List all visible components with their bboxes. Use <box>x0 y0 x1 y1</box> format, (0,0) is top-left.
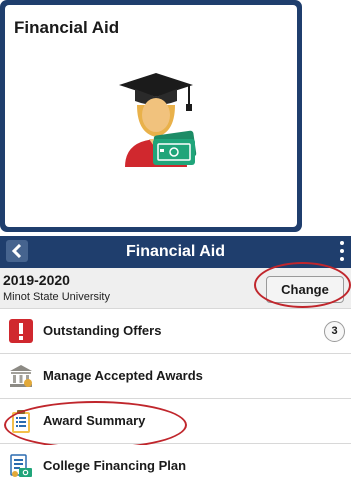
menu-item-label: Outstanding Offers <box>43 323 162 338</box>
tile-title: Financial Aid <box>14 18 120 37</box>
clipboard-list-icon <box>12 410 30 433</box>
menu-item-label: Manage Accepted Awards <box>43 368 203 383</box>
financing-plan-icon <box>10 454 32 477</box>
aid-year: 2019-2020 <box>3 272 70 288</box>
change-button[interactable]: Change <box>266 276 344 303</box>
menu-item-outstanding-offers[interactable]: Outstanding Offers 3 <box>0 310 351 354</box>
app-header: Financial Aid <box>0 236 351 268</box>
tile-body: Financial Aid <box>5 5 297 227</box>
page-title: Financial Aid <box>126 243 225 260</box>
graduate-with-money-icon <box>119 73 197 167</box>
menu-item-college-financing-plan[interactable]: College Financing Plan <box>0 445 351 493</box>
menu-item-award-summary[interactable]: Award Summary <box>0 400 351 444</box>
bank-icon <box>10 365 32 387</box>
menu-item-label: College Financing Plan <box>43 458 187 473</box>
kebab-menu-icon[interactable] <box>339 239 345 263</box>
menu-item-manage-accepted-awards[interactable]: Manage Accepted Awards <box>0 355 351 399</box>
aid-year-row: 2019-2020 Minot State University Change <box>0 268 351 309</box>
count-badge: 3 <box>324 321 345 342</box>
menu-item-label: Award Summary <box>43 413 146 428</box>
institution-name: Minot State University <box>3 291 110 303</box>
alert-icon <box>9 319 33 343</box>
financial-aid-tile[interactable]: Financial Aid <box>0 0 302 232</box>
